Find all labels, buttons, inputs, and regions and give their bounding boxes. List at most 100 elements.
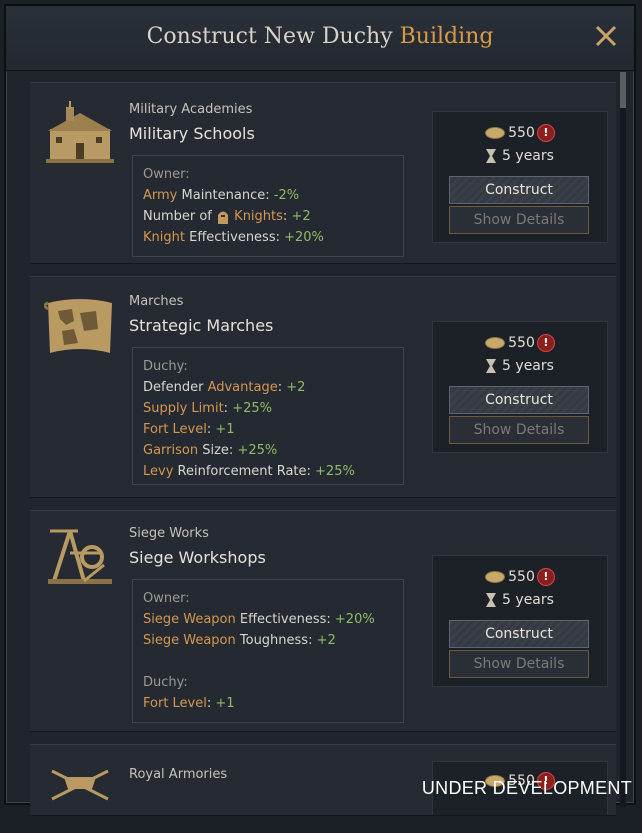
effect-keyword[interactable]: Advantage: [208, 380, 278, 395]
effect-line: Army Maintenance: -2%: [143, 185, 393, 206]
effect-line: Fort Level: +1: [143, 693, 393, 714]
effects-box: Owner: Army Maintenance: -2% Number of K…: [132, 155, 404, 257]
close-icon: [595, 25, 617, 47]
military-academy-icon: [44, 101, 116, 165]
effect-text: Effectiveness:: [235, 612, 335, 627]
effect-text: Size:: [198, 443, 238, 458]
scrollbar[interactable]: [620, 72, 626, 807]
build-time-value: 5 years: [502, 148, 554, 164]
effect-value: +25%: [315, 464, 355, 479]
effect-keyword[interactable]: Fort Level: [143, 422, 207, 437]
gold-cost-value: 550: [508, 125, 535, 141]
effect-keyword[interactable]: Knight: [143, 230, 185, 245]
effect-line: Levy Reinforcement Rate: +25%: [143, 461, 393, 482]
effect-keyword[interactable]: Siege Weapon: [143, 612, 236, 627]
effect-keyword[interactable]: Levy: [143, 464, 173, 479]
effect-value: +20%: [334, 612, 375, 627]
effect-line: Fort Level: +1: [143, 419, 393, 440]
gold-icon: [485, 571, 506, 583]
gold-cost: 550!: [433, 124, 607, 142]
scrollbar-thumb[interactable]: [620, 72, 626, 108]
effect-keyword[interactable]: Fort Level: [143, 696, 207, 711]
construct-button[interactable]: Construct: [449, 620, 589, 648]
gold-cost-value: 550: [508, 569, 535, 585]
effect-spacer: [143, 651, 393, 672]
effect-text: Defender: [143, 380, 208, 395]
building-category: Siege Works: [129, 526, 209, 541]
hourglass-icon: [486, 149, 497, 163]
effect-value: +1: [215, 696, 235, 711]
gold-cost: 550!: [433, 334, 607, 352]
effects-box: Owner: Siege Weapon Effectiveness: +20% …: [132, 579, 404, 723]
gold-cost-value: 550: [508, 335, 535, 351]
effect-text: :: [277, 380, 287, 395]
effect-group-header: Owner:: [143, 167, 190, 182]
construct-building-window: Construct New Duchy Building Military Ac…: [4, 4, 636, 816]
window-title: Construct New Duchy Building: [6, 24, 634, 49]
building-category: Royal Armories: [129, 767, 228, 782]
effect-line: Garrison Size: +25%: [143, 440, 393, 461]
hourglass-icon: [486, 593, 497, 607]
effect-value: +2: [316, 633, 336, 648]
effect-keyword[interactable]: Army: [143, 188, 177, 203]
building-card-military-schools: Military Academies Military Schools Owne…: [30, 82, 616, 264]
knight-helmet-icon: [218, 211, 229, 224]
build-time-value: 5 years: [502, 592, 554, 608]
cost-panel: 550! 5 years Construct Show Details: [432, 555, 608, 687]
building-category: Military Academies: [129, 102, 253, 117]
gold-icon: [485, 337, 506, 349]
effect-value: -2%: [273, 188, 300, 203]
effect-line: Number of Knights: +2: [143, 206, 393, 227]
warning-icon[interactable]: !: [536, 334, 555, 352]
hourglass-icon: [486, 359, 497, 373]
effect-keyword[interactable]: Garrison: [143, 443, 198, 458]
construct-button[interactable]: Construct: [449, 176, 589, 204]
close-button[interactable]: [592, 22, 620, 50]
effect-value: +2: [286, 380, 306, 395]
siege-engine-icon: [44, 523, 116, 587]
show-details-button[interactable]: Show Details: [449, 416, 589, 444]
effect-text: Toughness:: [235, 633, 317, 648]
building-category: Marches: [129, 294, 184, 309]
window-title-accent: Building: [399, 24, 494, 49]
effect-keyword[interactable]: Siege Weapon: [143, 633, 236, 648]
window-title-main: Construct New Duchy: [146, 24, 393, 49]
warning-icon[interactable]: !: [536, 568, 555, 586]
effect-line: Knight Effectiveness: +20%: [143, 227, 393, 248]
build-time: 5 years: [433, 592, 607, 608]
effect-text: Effectiveness:: [184, 230, 285, 245]
effect-text: Number of: [143, 209, 217, 224]
show-details-button[interactable]: Show Details: [449, 206, 589, 234]
build-time-value: 5 years: [502, 358, 554, 374]
effect-text: Maintenance:: [177, 188, 274, 203]
title-bar: Construct New Duchy Building: [6, 6, 634, 71]
effect-value: +1: [215, 422, 235, 437]
build-time: 5 years: [433, 358, 607, 374]
build-time: 5 years: [433, 148, 607, 164]
cost-panel: 550! 5 years Construct Show Details: [432, 321, 608, 453]
effect-line: Siege Weapon Effectiveness: +20%: [143, 609, 393, 630]
gold-cost: 550!: [433, 568, 607, 586]
building-card-siege-workshops: Siege Works Siege Workshops Owner: Siege…: [30, 510, 616, 732]
effect-keyword[interactable]: Knights: [234, 209, 283, 224]
effect-text: :: [223, 401, 233, 416]
building-name: Siege Workshops: [129, 548, 266, 567]
effect-value: +25%: [232, 401, 272, 416]
watermark: UNDER DEVELOPMENT: [421, 778, 632, 798]
effect-value: +2: [291, 209, 311, 224]
warning-icon[interactable]: !: [536, 124, 555, 142]
cost-panel: 550! 5 years Construct Show Details: [432, 111, 608, 243]
gold-icon: [485, 127, 506, 139]
effect-line: Supply Limit: +25%: [143, 398, 393, 419]
effect-group-header: Duchy:: [143, 675, 188, 690]
show-details-button[interactable]: Show Details: [449, 650, 589, 678]
effect-value: +20%: [284, 230, 324, 245]
building-name: Military Schools: [129, 124, 255, 143]
building-name: Strategic Marches: [129, 316, 274, 335]
effect-group-header: Owner:: [143, 591, 190, 606]
effect-value: +25%: [237, 443, 278, 458]
effect-keyword[interactable]: Supply Limit: [143, 401, 224, 416]
effects-box: Duchy: Defender Advantage: +2 Supply Lim…: [132, 347, 404, 485]
construct-button[interactable]: Construct: [449, 386, 589, 414]
effect-group-header: Duchy:: [143, 359, 188, 374]
